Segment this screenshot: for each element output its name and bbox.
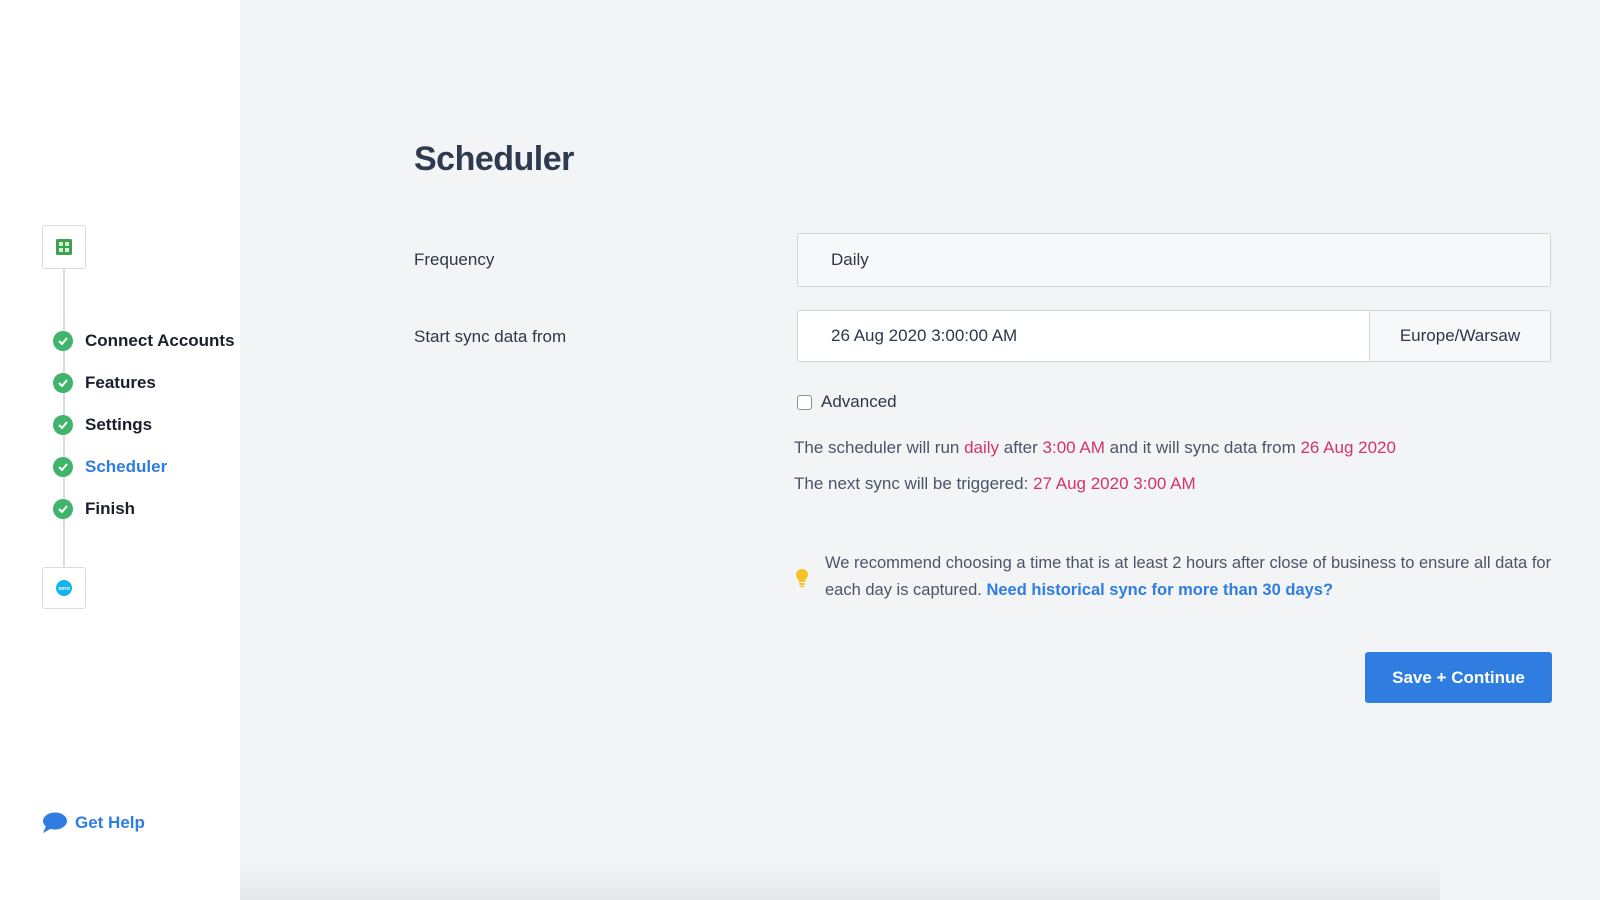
frequency-select[interactable]: Daily [797, 233, 1551, 287]
step-label: Finish [85, 499, 136, 518]
step-finish[interactable]: Finish [53, 488, 235, 530]
summary-text: The scheduler will run [794, 438, 965, 457]
step-settings[interactable]: Settings [53, 404, 235, 446]
advanced-toggle[interactable]: Advanced [797, 392, 897, 412]
next-sync-text: The next sync will be triggered: [794, 474, 1034, 493]
next-sync-info: The next sync will be triggered: 27 Aug … [794, 474, 1196, 494]
check-icon [53, 331, 73, 351]
get-help-link[interactable]: Get Help [42, 812, 145, 834]
advanced-label: Advanced [821, 392, 897, 411]
timezone-select[interactable]: Europe/Warsaw [1369, 310, 1551, 362]
step-connect-accounts[interactable]: Connect Accounts [53, 320, 235, 362]
frequency-value: Daily [831, 250, 869, 269]
page-title: Scheduler [414, 140, 574, 178]
lightbulb-icon [796, 569, 808, 588]
recommendation-tip: We recommend choosing a time that is at … [795, 550, 1555, 604]
bottom-shadow [240, 860, 1440, 900]
get-help-label: Get Help [75, 813, 145, 832]
destination-app-box: xero [42, 567, 86, 609]
check-icon [53, 373, 73, 393]
check-icon [53, 499, 73, 519]
chat-bubble-icon [43, 812, 67, 833]
step-label: Features [85, 373, 156, 392]
step-features[interactable]: Features [53, 362, 235, 404]
advanced-checkbox[interactable] [797, 394, 812, 410]
schedule-summary: The scheduler will run daily after 3:00 … [794, 438, 1396, 458]
summary-time: 3:00 AM [1042, 438, 1105, 457]
tip-text: We recommend choosing a time that is at … [825, 550, 1555, 604]
next-sync-datetime: 27 Aug 2020 3:00 AM [1033, 474, 1196, 493]
step-label: Settings [85, 415, 153, 434]
timezone-value: Europe/Warsaw [1399, 326, 1521, 345]
xero-icon: xero [56, 580, 72, 596]
summary-text: after [999, 438, 1043, 457]
svg-text:xero: xero [58, 586, 70, 592]
start-date-input[interactable]: 26 Aug 2020 3:00:00 AM [797, 310, 1370, 362]
start-sync-label: Start sync data from [414, 327, 567, 346]
wizard-steps: Connect Accounts Features Settings Sched… [53, 320, 235, 530]
step-scheduler[interactable]: Scheduler [53, 446, 235, 488]
step-label: Scheduler [85, 457, 168, 476]
step-label: Connect Accounts [85, 331, 235, 350]
check-icon [53, 457, 73, 477]
summary-frequency: daily [964, 438, 1000, 457]
summary-text: and it will sync data from [1104, 438, 1301, 457]
sidebar: Connect Accounts Features Settings Sched… [0, 0, 240, 900]
check-icon [53, 415, 73, 435]
save-continue-button[interactable]: Save + Continue [1365, 652, 1552, 703]
start-date-value: 26 Aug 2020 3:00:00 AM [831, 326, 1018, 345]
frequency-label: Frequency [414, 250, 495, 269]
spreadsheet-app-icon [56, 239, 72, 255]
source-app-box [42, 225, 86, 269]
historical-sync-link[interactable]: Need historical sync for more than 30 da… [986, 581, 1333, 599]
summary-date: 26 Aug 2020 [1300, 438, 1396, 457]
